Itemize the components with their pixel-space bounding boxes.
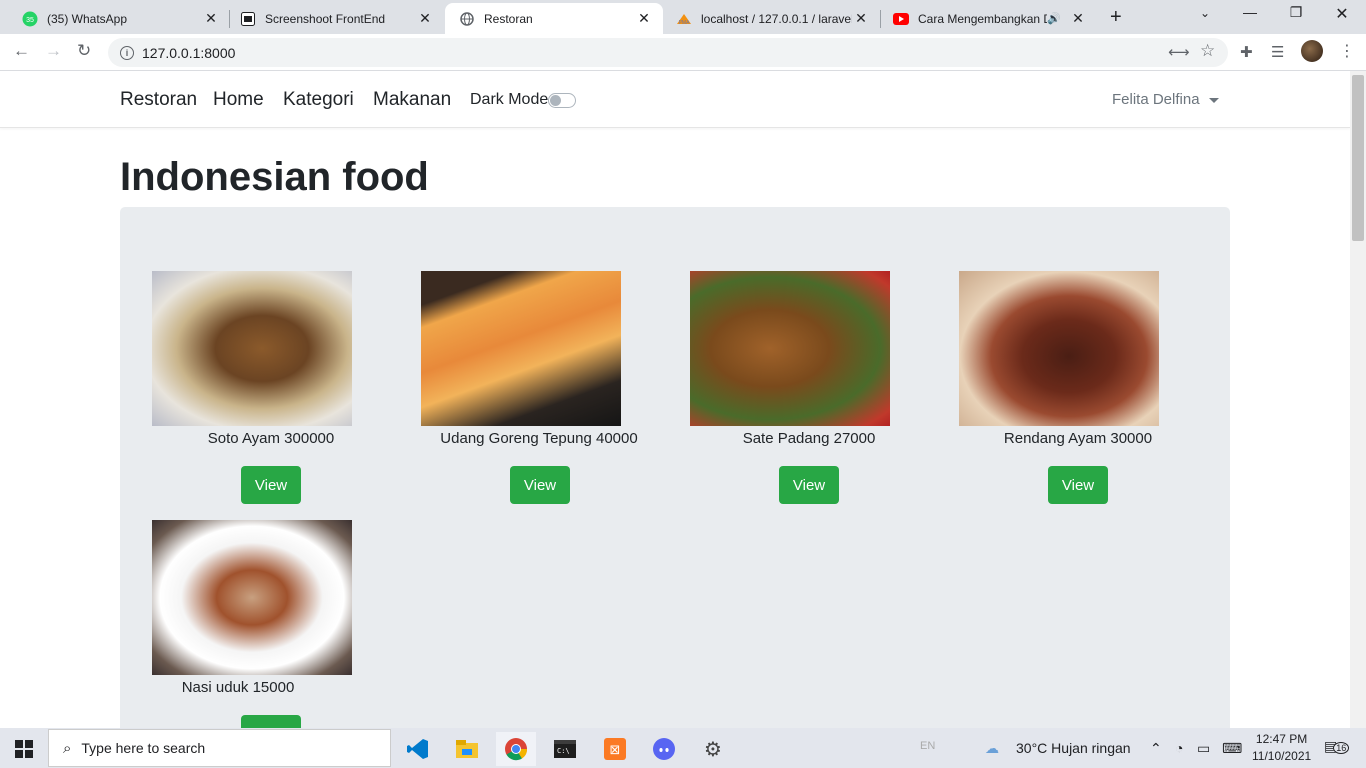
svg-text:⊠: ⊠ — [610, 743, 621, 758]
tab-restoran[interactable]: Restoran ✕ — [445, 3, 663, 34]
food-caption: Nasi uduk 15000 — [181, 679, 295, 696]
nav-link-makanan[interactable]: Makanan — [373, 89, 451, 111]
view-button[interactable]: View — [779, 466, 839, 504]
food-image-nasi-uduk — [152, 520, 352, 675]
speaker-icon[interactable]: 🔊 — [1047, 12, 1061, 25]
svg-text:C:\: C:\ — [557, 747, 570, 755]
tab-screenshoot-frontend[interactable]: Screenshoot FrontEnd ✕ — [226, 3, 444, 34]
svg-text:PMA: PMA — [679, 20, 691, 26]
tab-title: Cara Mengembangkan D — [918, 11, 1048, 26]
view-button[interactable]: View — [241, 715, 301, 728]
forward-icon[interactable]: → — [45, 41, 62, 61]
profile-avatar[interactable] — [1301, 40, 1323, 62]
windows-taskbar: ⌕ Type here to search C:\ ⊠ ⚙ EN ☁ 30°C … — [0, 728, 1366, 768]
food-image-rendang-ayam — [959, 271, 1159, 426]
language-indicator[interactable]: EN — [920, 740, 935, 752]
close-tab-icon[interactable]: ✕ — [416, 10, 434, 27]
close-tab-icon[interactable]: ✕ — [1069, 10, 1087, 27]
dark-mode-switch[interactable] — [548, 92, 577, 108]
page-scrollbar[interactable] — [1350, 71, 1366, 728]
tab-search-chevron-icon[interactable]: ⌄ — [1182, 6, 1228, 20]
close-window-icon[interactable]: ✕ — [1319, 4, 1365, 24]
xampp-icon[interactable]: ⊠ — [595, 732, 635, 766]
star-bookmark-icon[interactable]: ☆ — [1200, 41, 1215, 61]
food-image-soto-ayam — [152, 271, 352, 426]
close-tab-icon[interactable]: ✕ — [635, 10, 653, 27]
dark-mode-toggle-group: Dark Mode — [470, 91, 577, 109]
search-placeholder: Type here to search — [81, 740, 206, 756]
clock-date: 11/10/2021 — [1252, 749, 1312, 763]
phpmyadmin-icon: PMA — [676, 11, 692, 27]
food-image-udang-goreng — [421, 271, 621, 426]
nav-link-kategori[interactable]: Kategori — [283, 89, 354, 111]
site-info-icon[interactable]: i — [120, 45, 134, 60]
clock-time: 12:47 PM — [1255, 732, 1308, 746]
restore-icon[interactable]: ❐ — [1273, 4, 1319, 21]
tab-whatsapp[interactable]: 35 (35) WhatsApp ✕ — [8, 3, 230, 34]
settings-gear-icon[interactable]: ⚙ — [693, 732, 733, 766]
user-name: Felita Delfina — [1112, 91, 1200, 108]
food-caption: Rendang Ayam 30000 — [1003, 430, 1153, 447]
windows-start-icon[interactable] — [4, 732, 44, 766]
web-page: Restoran Home Kategori Makanan Dark Mode… — [0, 71, 1350, 728]
view-button[interactable]: View — [510, 466, 570, 504]
user-dropdown[interactable]: Felita Delfina — [1112, 91, 1219, 108]
tab-phpmyadmin[interactable]: PMA localhost / 127.0.0.1 / laravel ✕ — [662, 3, 880, 34]
svg-text:35: 35 — [26, 17, 34, 24]
keyboard-icon[interactable]: ⌨ — [1222, 740, 1242, 757]
file-explorer-icon[interactable] — [447, 732, 487, 766]
food-caption: Udang Goreng Tepung 40000 — [440, 430, 638, 447]
notification-center-icon[interactable]: ▤16 — [1324, 738, 1350, 755]
browser-tab-strip: 35 (35) WhatsApp ✕ Screenshoot FrontEnd … — [0, 0, 1366, 34]
close-tab-icon[interactable]: ✕ — [202, 10, 220, 27]
food-image-sate-padang — [690, 271, 890, 426]
wifi-icon[interactable]: ◔ — [1175, 740, 1183, 756]
url-text: 127.0.0.1:8000 — [142, 44, 236, 61]
weather-cloud-icon: ☁ — [985, 740, 999, 756]
extensions-puzzle-icon[interactable]: ✚ — [1240, 43, 1253, 61]
food-caption: Sate Padang 27000 — [742, 430, 876, 447]
terminal-icon[interactable]: C:\ — [545, 732, 585, 766]
minimize-icon[interactable]: — — [1227, 4, 1273, 20]
new-tab-icon[interactable]: + — [1110, 6, 1122, 29]
system-clock[interactable]: 12:47 PM 11/10/2021 — [1252, 731, 1311, 765]
tab-title: Screenshoot FrontEnd — [265, 11, 386, 26]
notification-count: 16 — [1333, 742, 1350, 754]
address-bar[interactable]: i 127.0.0.1:8000 — [108, 38, 1228, 67]
navbar-brand[interactable]: Restoran — [120, 89, 197, 111]
tab-youtube[interactable]: Cara Mengembangkan D 🔊 ✕ — [879, 3, 1097, 34]
site-navbar: Restoran Home Kategori Makanan Dark Mode… — [0, 71, 1350, 128]
media-control-icon[interactable]: ☰ — [1271, 43, 1284, 61]
menu-kebab-icon[interactable]: ⋮ — [1339, 41, 1355, 61]
youtube-icon — [893, 11, 909, 27]
battery-icon[interactable]: ▭ — [1197, 740, 1210, 757]
chevron-up-icon[interactable]: ⌃ — [1150, 740, 1162, 757]
close-tab-icon[interactable]: ✕ — [852, 10, 870, 27]
translate-icon[interactable]: ⟷ — [1168, 43, 1190, 61]
tab-title: Restoran — [484, 11, 533, 26]
whatsapp-icon: 35 — [22, 11, 38, 27]
chrome-icon[interactable] — [496, 732, 536, 766]
globe-icon — [459, 11, 475, 27]
vscode-icon[interactable] — [398, 732, 438, 766]
dark-mode-label: Dark Mode — [470, 91, 549, 108]
discord-icon[interactable] — [644, 732, 684, 766]
taskbar-search-box[interactable]: ⌕ Type here to search — [48, 729, 391, 767]
search-icon: ⌕ — [63, 739, 72, 757]
food-jumbotron: Soto Ayam 300000 View Udang Goreng Tepun… — [120, 207, 1230, 728]
browser-toolbar: ← → ↻ i 127.0.0.1:8000 ⟷ ☆ ✚ ☰ ⋮ — [0, 34, 1366, 71]
food-caption: Soto Ayam 300000 — [207, 430, 335, 447]
tab-title: localhost / 127.0.0.1 / laravel — [701, 11, 852, 26]
page-title: Indonesian food — [120, 155, 429, 199]
scrollbar-thumb[interactable] — [1352, 75, 1364, 241]
reload-icon[interactable]: ↻ — [77, 41, 91, 61]
document-icon — [240, 11, 256, 27]
tab-title: (35) WhatsApp — [47, 11, 128, 26]
view-button[interactable]: View — [1048, 466, 1108, 504]
nav-link-home[interactable]: Home — [213, 89, 264, 111]
view-button[interactable]: View — [241, 466, 301, 504]
back-icon[interactable]: ← — [13, 41, 30, 61]
caret-down-icon — [1208, 97, 1219, 103]
weather-text[interactable]: 30°C Hujan ringan — [1016, 740, 1131, 756]
